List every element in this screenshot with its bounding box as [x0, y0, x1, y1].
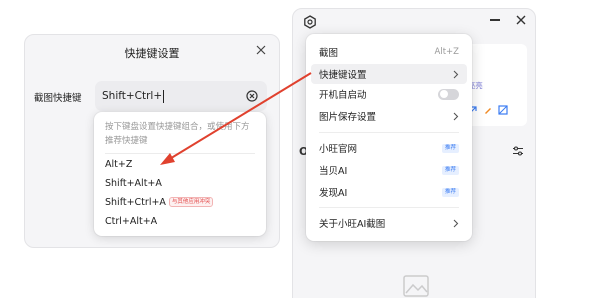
- menu-item-screenshot[interactable]: 截图 Alt+Z: [311, 42, 467, 62]
- text-caret: [163, 89, 165, 103]
- hotkey-suggestion-popup: 按下键盘设置快捷键组合，或使用下方推荐快捷键 Alt+Z Shift+Alt+A…: [94, 112, 266, 236]
- menu-item-official-site[interactable]: 小旺官网 推荐: [311, 138, 467, 158]
- close-icon: [256, 45, 266, 55]
- app-logo-icon[interactable]: [303, 15, 317, 29]
- chevron-right-icon: [453, 112, 459, 120]
- menu-shortcut-label: Alt+Z: [434, 47, 459, 57]
- menu-divider: [319, 207, 459, 208]
- chevron-right-icon: [453, 70, 459, 78]
- suggestion-item[interactable]: Shift+Ctrl+A 与其他应用冲突: [105, 193, 258, 211]
- sliders-icon[interactable]: [512, 145, 524, 157]
- hotkey-input[interactable]: Shift+Ctrl+: [95, 81, 267, 111]
- menu-item-autostart[interactable]: 开机自启动: [311, 84, 467, 104]
- recommend-badge: 推荐: [441, 143, 459, 153]
- suggestion-divider: [105, 153, 255, 154]
- menu-item-label: 快捷键设置: [319, 70, 367, 81]
- suggestion-label: Alt+Z: [105, 158, 133, 170]
- autostart-toggle[interactable]: [438, 88, 459, 100]
- close-dialog-button[interactable]: [253, 42, 269, 58]
- suggestion-item[interactable]: Alt+Z: [105, 155, 258, 173]
- app-dropdown-menu: 截图 Alt+Z 快捷键设置 开机自启动 图片保存设置 小旺官网 推荐 当贝AI: [306, 34, 472, 241]
- menu-item-image-save-settings[interactable]: 图片保存设置: [311, 106, 467, 126]
- menu-item-discover-ai[interactable]: 发现AI 推荐: [311, 182, 467, 202]
- dialog-title: 快捷键设置: [124, 47, 180, 60]
- menu-item-label: 图片保存设置: [319, 112, 377, 123]
- menu-item-hotkey-settings[interactable]: 快捷键设置: [311, 64, 467, 84]
- suggestion-label: Shift+Ctrl+A: [105, 196, 166, 208]
- screenshot-stage: 5亮亮 O 截图 Alt+Z 快捷键设置 开机自启动 图片保存设置 小旺官网 推…: [0, 0, 600, 298]
- minimize-button[interactable]: [490, 19, 500, 21]
- chevron-right-icon: [453, 219, 459, 227]
- suggestion-label: Ctrl+Alt+A: [105, 215, 158, 227]
- menu-item-label: 发现AI: [319, 188, 348, 199]
- recommend-badge: 推荐: [441, 187, 459, 197]
- menu-item-label: 截图: [319, 48, 339, 59]
- hotkey-input-value: Shift+Ctrl+: [102, 90, 163, 102]
- menu-item-label: 小旺官网: [319, 144, 358, 155]
- suggestion-item[interactable]: Ctrl+Alt+A: [105, 212, 258, 230]
- menu-divider: [319, 132, 459, 133]
- pen-tool-icon[interactable]: [483, 105, 493, 115]
- mosaic-tool-icon[interactable]: [498, 105, 508, 115]
- close-window-icon[interactable]: [515, 14, 527, 26]
- menu-item-label: 开机自启动: [319, 90, 367, 101]
- hotkey-row-label: 截图快捷键: [34, 93, 82, 104]
- clear-input-button[interactable]: [245, 89, 259, 103]
- menu-item-about[interactable]: 关于小旺AI截图: [311, 213, 467, 233]
- suggestion-hint-text: 按下键盘设置快捷键组合，或使用下方推荐快捷键: [105, 122, 250, 146]
- clear-circle-icon: [246, 90, 258, 102]
- toggle-knob: [439, 90, 448, 98]
- suggestion-item[interactable]: Shift+Alt+A: [105, 174, 258, 192]
- recommend-badge: 推荐: [441, 165, 459, 175]
- conflict-tag: 与其他应用冲突: [168, 197, 214, 207]
- menu-item-label: 当贝AI: [319, 166, 348, 177]
- background-card: 5亮亮: [463, 44, 527, 126]
- suggestion-label: Shift+Alt+A: [105, 177, 162, 189]
- menu-item-dangbei-ai[interactable]: 当贝AI 推荐: [311, 160, 467, 180]
- menu-item-label: 关于小旺AI截图: [319, 219, 386, 230]
- image-placeholder-icon: [403, 275, 429, 297]
